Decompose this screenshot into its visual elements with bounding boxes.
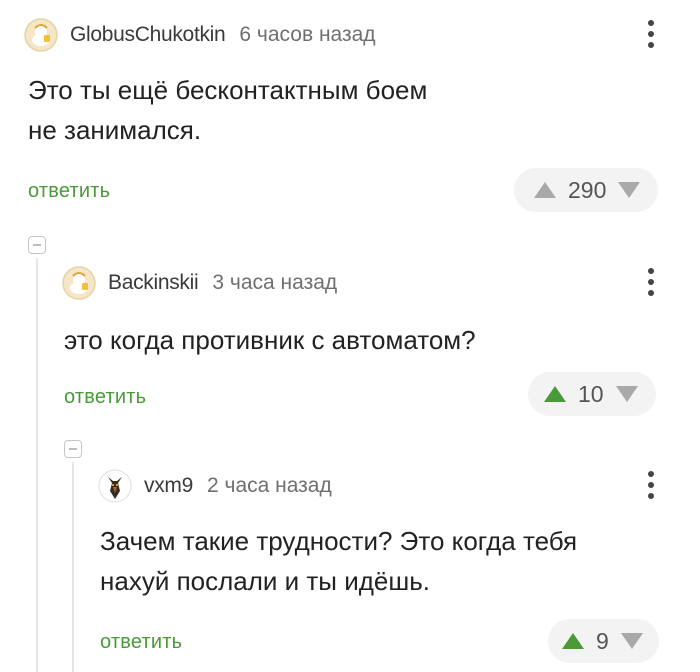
triangle-up-icon — [562, 633, 584, 649]
more-vertical-icon — [648, 471, 654, 477]
thread-line-level-1 — [36, 258, 38, 672]
username[interactable]: vxm9 — [144, 474, 193, 498]
collapse-thread-button[interactable] — [64, 440, 82, 458]
reply-link[interactable]: ответить — [28, 180, 110, 203]
avatar[interactable] — [62, 266, 96, 300]
more-menu-button[interactable] — [636, 465, 666, 505]
reply-link[interactable]: ответить — [64, 386, 146, 409]
comment-header: vxm9 2 часа назад — [98, 469, 332, 503]
more-vertical-icon — [648, 268, 654, 274]
default-avatar-icon — [24, 18, 58, 52]
comment-header: Backinskii 3 часа назад — [62, 266, 337, 300]
reply-link[interactable]: ответить — [100, 631, 182, 654]
triangle-down-icon — [620, 633, 643, 649]
rating-count: 9 — [596, 627, 609, 654]
comment-body: это когда противник с автоматом? — [64, 320, 476, 360]
downvote-button[interactable] — [616, 177, 642, 203]
comment-body: Это ты ещё бесконтактным боем не занимал… — [28, 70, 427, 150]
timestamp[interactable]: 3 часа назад — [212, 271, 337, 295]
upvote-button[interactable] — [532, 177, 558, 203]
default-avatar-icon — [62, 266, 96, 300]
timestamp[interactable]: 2 часа назад — [207, 474, 332, 498]
more-menu-button[interactable] — [636, 14, 666, 54]
comment-line: это когда противник с автоматом? — [64, 325, 476, 355]
comment-line: нахуй послали и ты идёшь. — [100, 566, 431, 596]
triangle-up-icon — [534, 182, 556, 198]
rating-widget: 10 — [528, 372, 656, 416]
more-vertical-icon — [648, 20, 654, 26]
user-avatar-icon — [98, 469, 132, 503]
timestamp[interactable]: 6 часов назад — [239, 23, 375, 47]
comment-line: не занимался. — [28, 115, 202, 145]
rating-widget: 9 — [548, 619, 659, 663]
minus-icon — [69, 448, 77, 450]
thread-line-level-2 — [72, 462, 74, 672]
upvote-button[interactable] — [560, 628, 586, 654]
triangle-down-icon — [618, 182, 641, 198]
avatar[interactable] — [24, 18, 58, 52]
comment-line: Зачем такие трудности? Это когда тебя — [100, 526, 578, 556]
avatar[interactable] — [98, 469, 132, 503]
triangle-down-icon — [615, 386, 638, 402]
rating-widget: 290 — [514, 168, 659, 212]
more-menu-button[interactable] — [636, 262, 666, 302]
upvote-button[interactable] — [542, 381, 568, 407]
username[interactable]: Backinskii — [108, 271, 199, 295]
collapse-thread-button[interactable] — [28, 236, 46, 254]
rating-count: 10 — [578, 380, 604, 407]
minus-icon — [33, 244, 41, 246]
comment-line: Это ты ещё бесконтактным боем — [28, 75, 428, 105]
comment-header: GlobusChukotkin 6 часов назад — [24, 18, 376, 52]
downvote-button[interactable] — [619, 628, 645, 654]
username[interactable]: GlobusChukotkin — [70, 23, 226, 47]
downvote-button[interactable] — [614, 381, 640, 407]
comment-body: Зачем такие трудности? Это когда тебя на… — [100, 521, 577, 601]
triangle-up-icon — [544, 386, 566, 402]
rating-count: 290 — [568, 176, 607, 203]
